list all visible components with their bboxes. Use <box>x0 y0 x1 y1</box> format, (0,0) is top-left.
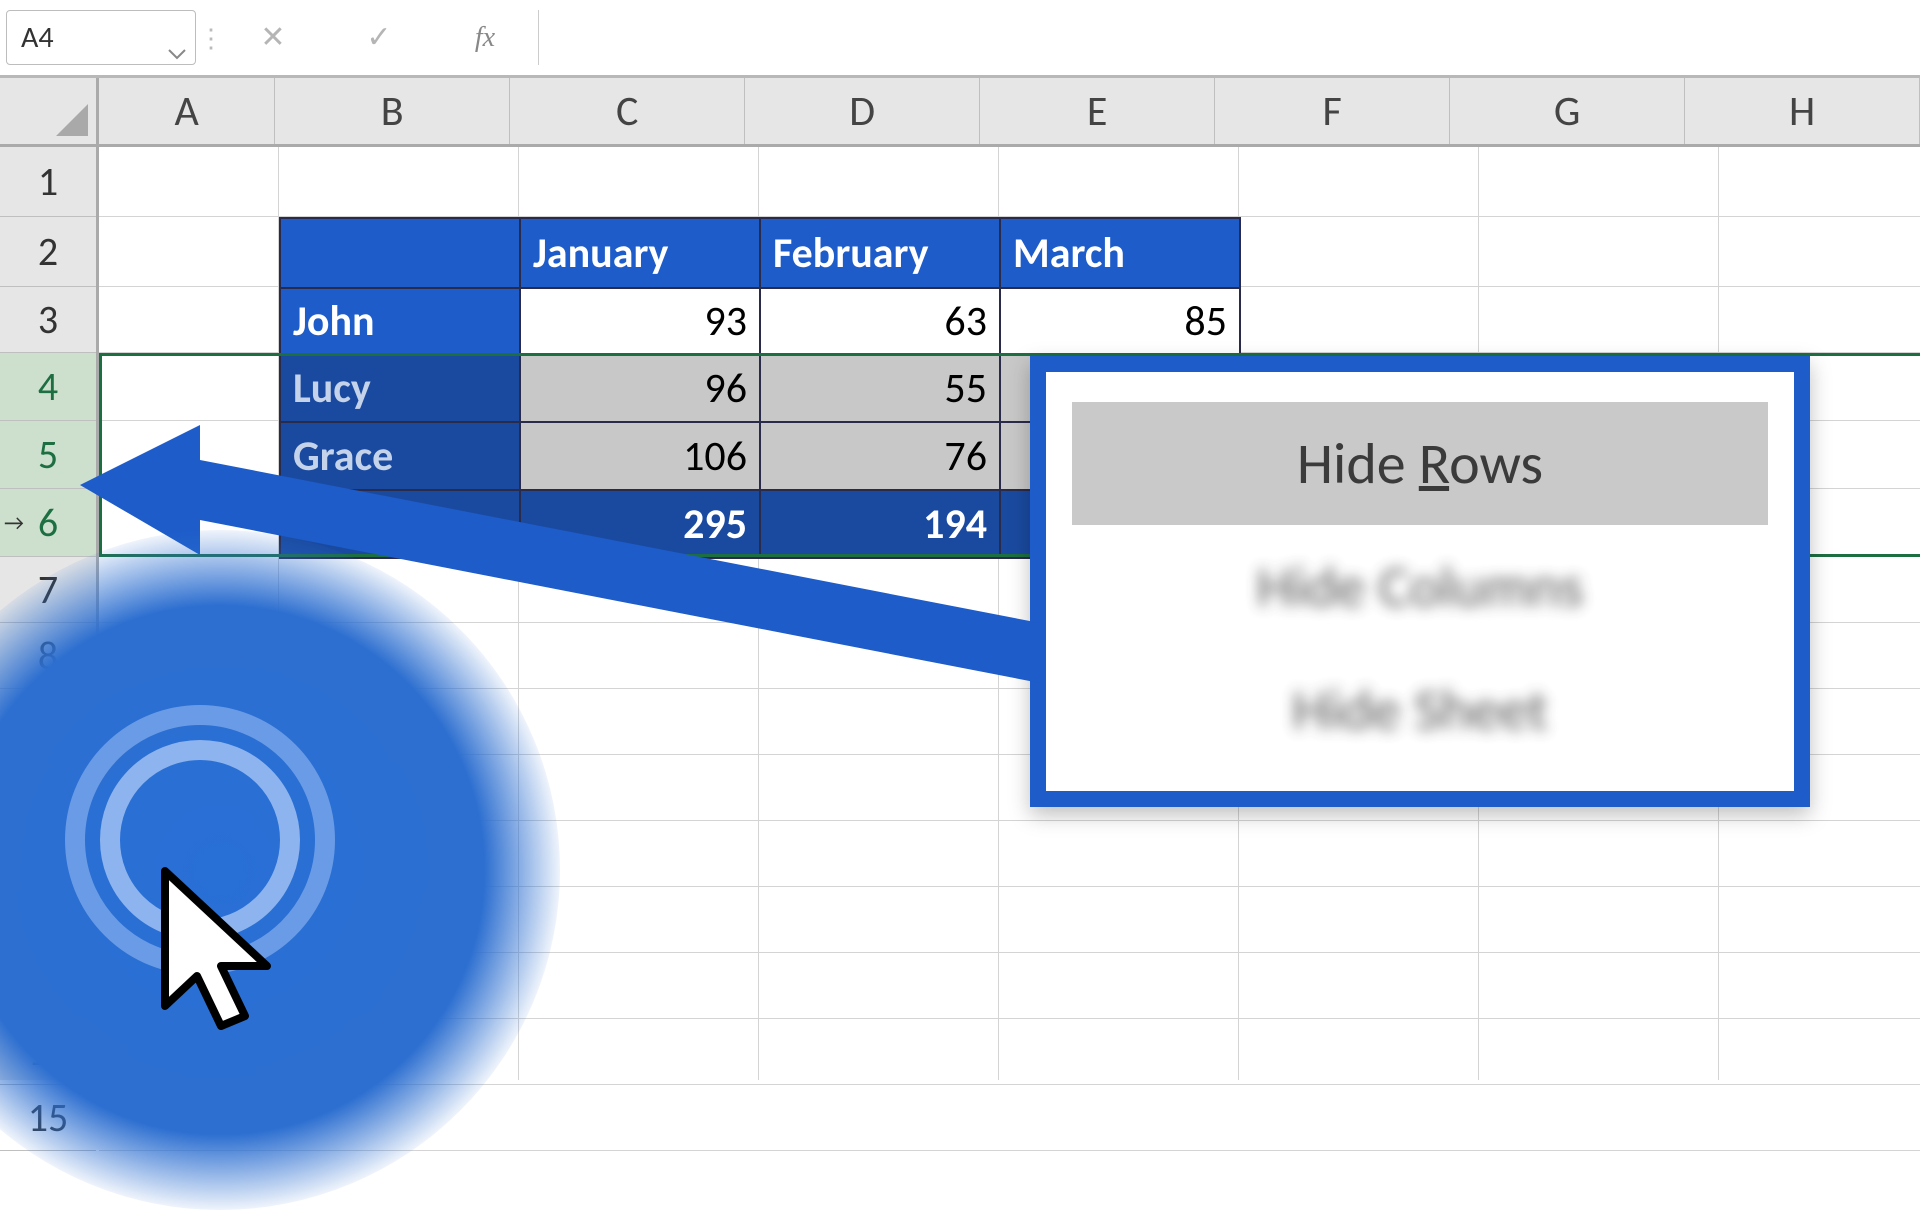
menu-item[interactable]: Hide Columns <box>1072 525 1768 648</box>
column-header[interactable]: B <box>275 78 510 144</box>
column-header[interactable]: F <box>1215 78 1450 144</box>
row-header[interactable]: 6→ <box>0 489 96 557</box>
select-all-corner[interactable] <box>0 78 99 147</box>
hide-menu-popup: Hide RowsHide ColumnsHide Sheet <box>1030 356 1810 807</box>
row-header[interactable]: 3 <box>0 287 96 353</box>
formula-bar: A4 ⋮ ✕ ✓ fx <box>0 0 1920 78</box>
formula-bar-buttons: ✕ ✓ fx <box>226 10 532 65</box>
close-icon: ✕ <box>260 19 285 56</box>
column-header[interactable]: E <box>980 78 1215 144</box>
column-header[interactable]: G <box>1450 78 1685 144</box>
formula-input[interactable] <box>538 10 1920 65</box>
table-header: January <box>520 218 760 288</box>
table-cell[interactable]: 85 <box>1000 288 1240 354</box>
fx-button[interactable]: fx <box>450 10 520 65</box>
row-header[interactable]: 1 <box>0 147 96 217</box>
column-header[interactable]: A <box>99 78 275 144</box>
column-headers: ABCDEFGH <box>99 78 1920 147</box>
column-header[interactable]: D <box>745 78 980 144</box>
column-header[interactable]: C <box>510 78 745 144</box>
table-total[interactable]: 295 <box>520 490 760 558</box>
table-header: February <box>760 218 1000 288</box>
table-total[interactable]: 194 <box>760 490 1000 558</box>
row-header[interactable]: 5 <box>0 421 96 489</box>
table-corner <box>280 218 520 288</box>
table-cell[interactable]: 93 <box>520 288 760 354</box>
table-cell[interactable]: 96 <box>520 354 760 422</box>
separator: ⋮ <box>196 22 226 54</box>
cancel-button[interactable]: ✕ <box>238 10 308 65</box>
enter-button[interactable]: ✓ <box>344 10 414 65</box>
resize-arrow-icon: → <box>4 509 24 536</box>
row-name[interactable]: Grace <box>280 422 520 490</box>
row-header[interactable]: 2 <box>0 217 96 287</box>
column-header[interactable]: H <box>1685 78 1920 144</box>
name-box[interactable]: A4 <box>6 10 196 65</box>
row-header[interactable]: 4 <box>0 353 96 421</box>
fx-label: fx <box>475 22 495 54</box>
row-name[interactable]: Lucy <box>280 354 520 422</box>
menu-item[interactable]: Hide Sheet <box>1072 648 1768 771</box>
check-icon: ✓ <box>366 19 391 56</box>
menu-item[interactable]: Hide Rows <box>1072 402 1768 525</box>
name-box-value: A4 <box>21 19 54 56</box>
table-header: March <box>1000 218 1240 288</box>
row-name[interactable]: John <box>280 288 520 354</box>
table-cell[interactable]: 55 <box>760 354 1000 422</box>
table-cell[interactable]: 63 <box>760 288 1000 354</box>
table-cell[interactable]: 76 <box>760 422 1000 490</box>
cursor-icon <box>155 866 295 1036</box>
chevron-down-icon[interactable] <box>167 32 187 44</box>
table-cell[interactable]: 106 <box>520 422 760 490</box>
